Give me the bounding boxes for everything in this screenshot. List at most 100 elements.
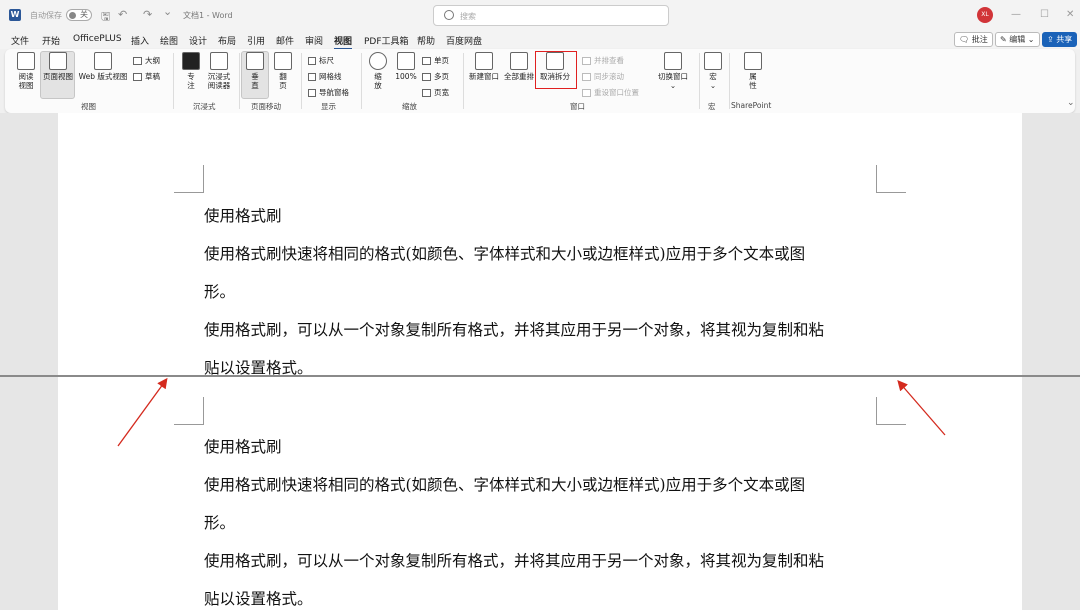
share-button[interactable]: ⇪ 共享: [1042, 32, 1078, 47]
tab-file[interactable]: 文件: [11, 34, 29, 47]
save-icon[interactable]: 🖫: [101, 8, 110, 27]
tab-draw[interactable]: 绘图: [160, 34, 178, 47]
ribbon-divider: [463, 53, 464, 109]
tab-insert[interactable]: 插入: [131, 34, 149, 47]
tab-view[interactable]: 视图: [334, 34, 353, 50]
properties-label-2: 性: [749, 81, 757, 90]
tab-home[interactable]: 开始: [42, 34, 60, 47]
switch-windows-label: 切换窗口: [658, 72, 688, 81]
ribbon-divider: [729, 53, 730, 109]
toggle-knob-icon: [69, 12, 76, 19]
minimize-icon[interactable]: —: [1011, 9, 1021, 20]
read-mode-button[interactable]: 阅读 视图: [15, 52, 37, 90]
focus-label-1: 专: [187, 72, 195, 81]
highlight-box: [535, 51, 577, 89]
switch-windows-button[interactable]: 切换窗口 ⌄: [655, 52, 691, 90]
page-width-label: 页宽: [434, 88, 449, 97]
autosave-toggle[interactable]: 关: [66, 9, 92, 21]
print-layout-label: 页面视图: [43, 72, 73, 81]
editing-label: 编辑: [1009, 35, 1026, 44]
tab-mailings[interactable]: 邮件: [276, 34, 294, 47]
document-canvas: 使用格式刷 使用格式刷快速将相同的格式(如颜色、字体样式和大小或边框样式)应用于…: [0, 113, 1080, 610]
autosave-label: 自动保存: [30, 11, 62, 20]
focus-button[interactable]: 专 注: [181, 52, 201, 90]
gridlines-checkbox[interactable]: 网格线: [308, 71, 342, 82]
zoom-100-label: 100%: [395, 72, 417, 81]
outline-label: 大纲: [145, 56, 160, 65]
group-label-show: 显示: [321, 102, 336, 111]
ruler-label: 标尺: [319, 56, 334, 65]
macros-button[interactable]: 宏 ⌄: [703, 52, 723, 90]
navigation-pane-label: 导航窗格: [319, 88, 349, 97]
web-layout-button[interactable]: Web 版式视图: [77, 52, 129, 81]
tab-references[interactable]: 引用: [247, 34, 265, 47]
focus-icon: [182, 52, 200, 70]
reset-window-position-button[interactable]: 重设窗口位置: [582, 87, 639, 98]
tab-layout[interactable]: 布局: [218, 34, 236, 47]
maximize-icon[interactable]: ☐: [1040, 9, 1049, 20]
close-icon[interactable]: ✕: [1066, 9, 1074, 20]
editing-mode-button[interactable]: ✎ 编辑 ⌄: [995, 32, 1040, 47]
zoom-button[interactable]: 缩 放: [367, 52, 389, 90]
tab-pdf-toolbox[interactable]: PDF工具箱: [364, 34, 409, 47]
sync-scroll-label: 同步滚动: [594, 72, 624, 81]
outline-icon: [133, 56, 142, 65]
tab-help[interactable]: 帮助: [417, 34, 435, 47]
ruler-checkbox[interactable]: 标尺: [308, 55, 334, 66]
arrange-all-button[interactable]: 全部重排: [502, 52, 536, 81]
customize-quick-access-icon[interactable]: ⌄: [163, 5, 172, 18]
side-to-side-button[interactable]: 翻 页: [272, 52, 294, 90]
arrow-left-icon: [117, 377, 168, 447]
synchronous-scrolling-button[interactable]: 同步滚动: [582, 71, 624, 82]
view-side-by-side-button[interactable]: 并排查看: [582, 55, 624, 66]
redo-icon[interactable]: ↷: [143, 8, 152, 21]
ribbon-divider: [173, 53, 174, 109]
draft-button[interactable]: 草稿: [133, 71, 160, 82]
outline-button[interactable]: 大纲: [133, 55, 160, 66]
undo-icon[interactable]: ↶: [118, 8, 127, 21]
group-label-macro: 宏: [708, 102, 716, 111]
tab-baidu-netdisk[interactable]: 百度网盘: [446, 34, 482, 47]
search-placeholder: 搜索: [460, 12, 476, 21]
search-icon: [444, 10, 454, 20]
navigation-pane-checkbox[interactable]: 导航窗格: [308, 87, 349, 98]
avatar[interactable]: XL: [977, 7, 993, 23]
autosave-state: 关: [80, 10, 88, 19]
vertical-button[interactable]: 垂 直: [244, 52, 266, 90]
new-window-button[interactable]: 新建窗口: [467, 52, 501, 81]
ruler-checkbox-box: [308, 56, 316, 65]
tab-officeplus[interactable]: OfficePLUS: [73, 34, 122, 44]
new-window-label: 新建窗口: [469, 72, 499, 81]
multiple-pages-icon: [422, 72, 431, 81]
arrow-right-icon: [897, 380, 946, 436]
one-page-button[interactable]: 单页: [422, 55, 449, 66]
collapse-ribbon-icon[interactable]: ⌄: [1067, 98, 1075, 108]
group-label-view: 视图: [81, 102, 96, 111]
zoom-100-button[interactable]: 100%: [393, 52, 419, 81]
read-mode-icon: [17, 52, 35, 70]
zoom-label-1: 缩: [374, 72, 382, 81]
title-bar: W 自动保存 关 🖫 ↶ ↷ ⌄ 文档1 - Word 搜索 XL — ☐ ✕: [0, 0, 1080, 31]
search-box[interactable]: 搜索: [433, 5, 669, 26]
page-width-button[interactable]: 页宽: [422, 87, 449, 98]
tab-review[interactable]: 审阅: [305, 34, 323, 47]
vertical-icon: [246, 52, 264, 70]
sync-scroll-icon: [582, 72, 591, 81]
properties-icon: [744, 52, 762, 70]
menu-bar: 文件 开始 OfficePLUS 插入 绘图 设计 布局 引用 邮件 审阅 视图…: [0, 31, 1080, 50]
comments-button[interactable]: 🗨 批注: [954, 32, 993, 47]
side-to-side-icon: [274, 52, 292, 70]
ribbon-divider: [301, 53, 302, 109]
ribbon-divider: [239, 53, 240, 109]
reset-position-icon: [582, 88, 591, 97]
print-layout-button[interactable]: 页面视图: [41, 52, 75, 81]
immersive-reader-button[interactable]: 沉浸式 阅读器: [204, 52, 234, 90]
gridlines-checkbox-box: [308, 72, 316, 81]
tab-design[interactable]: 设计: [189, 34, 207, 47]
side-by-side-icon: [582, 56, 591, 65]
immersive-reader-label-1: 沉浸式: [207, 72, 231, 81]
gridlines-label: 网格线: [319, 72, 342, 81]
multiple-pages-button[interactable]: 多页: [422, 71, 449, 82]
properties-button[interactable]: 属 性: [742, 52, 764, 90]
immersive-reader-label-2: 阅读器: [207, 81, 231, 90]
